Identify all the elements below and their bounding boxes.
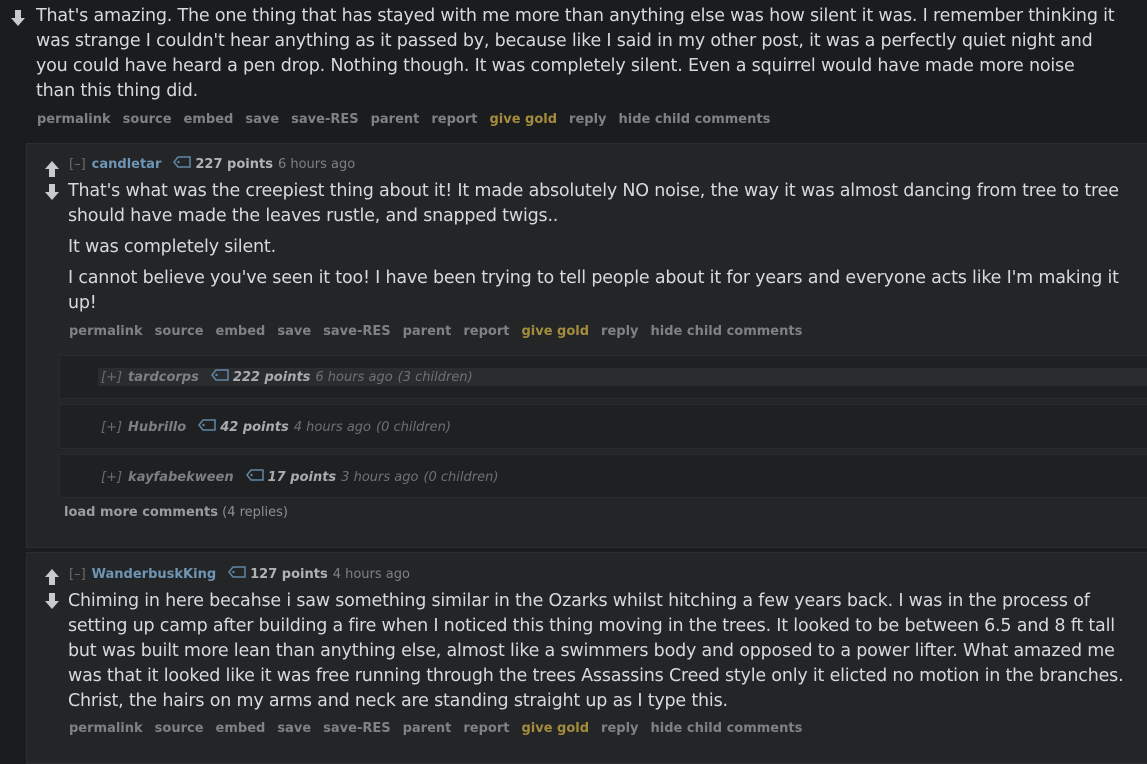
collapsed-comment-tardcorps[interactable]: [+] tardcorps 222 points 6 hours ago (3 … [59,355,1147,399]
report-button[interactable]: report [431,112,477,127]
expand-toggle[interactable]: [+] [101,370,122,385]
collapsed-comment-hubrillo[interactable]: [+] Hubrillo 42 points 4 hours ago (0 ch… [59,404,1147,449]
embed-button[interactable]: embed [216,721,266,736]
score: 17 points [267,469,337,485]
score: 227 points [195,156,273,172]
expand-toggle[interactable]: [+] [101,420,122,435]
source-button[interactable]: source [123,112,172,127]
comment-buttons: permalink source embed save save-RES par… [69,721,814,736]
parent-button[interactable]: parent [403,324,452,339]
timestamp: 6 hours ago [315,369,393,385]
downvote-arrow-icon[interactable] [42,591,62,611]
source-button[interactable]: source [155,721,204,736]
save-button[interactable]: save [277,721,311,736]
score: 127 points [250,566,328,582]
upvote-arrow-icon[interactable] [42,159,62,179]
reply-button[interactable]: reply [601,324,638,339]
top-comment-body: That's amazing. The one thing that has s… [36,4,1116,104]
comment-tagline: [+] tardcorps 222 points 6 hours ago (3 … [101,369,473,385]
timestamp: 4 hours ago [332,566,410,582]
report-button[interactable]: report [463,324,509,339]
comment-paragraph: I cannot believe you've seen it too! I h… [68,268,1119,313]
source-button[interactable]: source [155,324,204,339]
author-link[interactable]: WanderbuskKing [92,567,216,582]
collapse-toggle[interactable]: [–] [69,567,86,582]
comment-tagline: [–] WanderbuskKing 127 points 4 hours ag… [69,566,410,582]
tag-icon[interactable] [198,419,216,435]
collapse-toggle[interactable]: [–] [69,157,86,172]
reply-button[interactable]: reply [601,721,638,736]
children-count: (3 children) [397,369,473,385]
permalink-button[interactable]: permalink [69,721,143,736]
save-res-button[interactable]: save-RES [323,721,390,736]
hide-child-comments-button[interactable]: hide child comments [651,721,803,736]
parent-button[interactable]: parent [371,112,420,127]
save-res-button[interactable]: save-RES [291,112,358,127]
comment-text: That's amazing. The one thing that has s… [36,6,1115,101]
timestamp: 3 hours ago [341,469,419,485]
embed-button[interactable]: embed [216,324,266,339]
tag-icon[interactable] [210,369,229,385]
comment-body: Chiming in here becahse i saw something … [68,589,1128,714]
report-button[interactable]: report [463,721,509,736]
save-res-button[interactable]: save-RES [323,324,390,339]
expand-toggle[interactable]: [+] [101,470,122,485]
give-gold-button[interactable]: give gold [489,112,557,127]
author-link[interactable]: tardcorps [128,370,199,385]
save-button[interactable]: save [277,324,311,339]
tag-icon[interactable] [245,469,264,485]
timestamp: 4 hours ago [293,419,371,435]
score: 42 points [220,419,289,435]
comment-body: That's what was the creepiest thing abou… [68,179,1128,316]
parent-button[interactable]: parent [403,721,452,736]
comment-text: Chiming in here becahse i saw something … [68,591,1124,711]
author-link[interactable]: kayfabekween [128,470,234,485]
comment-tagline: [+] Hubrillo 42 points 4 hours ago (0 ch… [101,419,451,435]
children-count: (0 children) [423,469,499,485]
downvote-arrow-icon[interactable] [42,182,62,202]
downvote-arrow-icon[interactable] [8,8,28,28]
comment-buttons: permalink source embed save save-RES par… [69,324,814,339]
hide-child-comments-button[interactable]: hide child comments [619,112,771,127]
load-more-count: (4 replies) [222,505,288,520]
score: 222 points [232,369,311,385]
reply-button[interactable]: reply [569,112,606,127]
permalink-button[interactable]: permalink [69,324,143,339]
tag-icon[interactable] [228,566,246,582]
upvote-arrow-icon[interactable] [42,567,62,587]
give-gold-button[interactable]: give gold [521,721,589,736]
comment-buttons: permalink source embed save save-RES par… [37,112,782,127]
load-more-link[interactable]: load more comments [64,505,218,520]
children-count: (0 children) [376,419,451,435]
comment-paragraph: That's what was the creepiest thing abou… [68,181,1119,226]
author-link[interactable]: Hubrillo [128,420,186,435]
comment-tagline: [+] kayfabekween 17 points 3 hours ago (… [101,469,498,485]
give-gold-button[interactable]: give gold [521,324,589,339]
comment-paragraph: It was completely silent. [68,237,276,257]
timestamp: 6 hours ago [277,156,356,172]
hide-child-comments-button[interactable]: hide child comments [651,324,803,339]
tag-icon[interactable] [173,156,192,172]
load-more-comments: load more comments (4 replies) [64,505,288,520]
permalink-button[interactable]: permalink [37,112,111,127]
save-button[interactable]: save [245,112,279,127]
comment-tagline: [–] candletar 227 points 6 hours ago [69,156,355,172]
collapsed-comment-kayfabekween[interactable]: [+] kayfabekween 17 points 3 hours ago (… [59,454,1147,498]
embed-button[interactable]: embed [184,112,234,127]
author-link[interactable]: candletar [92,157,162,172]
